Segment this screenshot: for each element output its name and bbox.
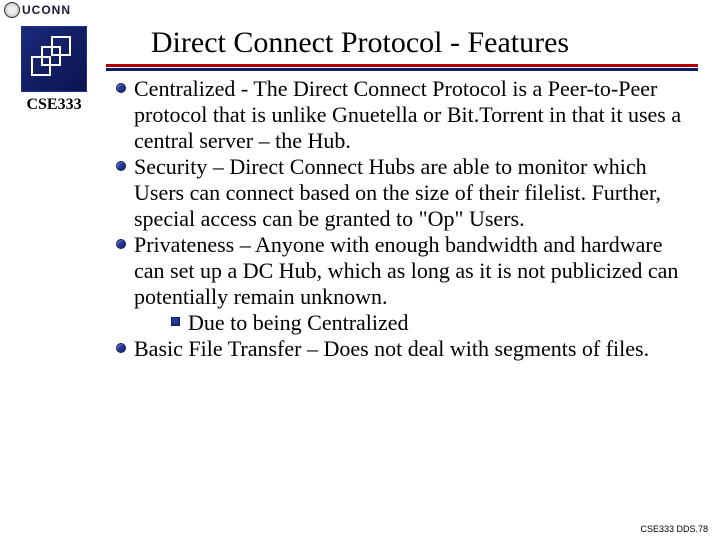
bullet-marker [108,336,134,353]
sub-bullet-item: Due to being Centralized [162,310,698,336]
uconn-logo: UCONN [4,2,71,18]
cse-dept-logo [21,26,87,92]
circle-bullet-icon [116,239,126,249]
title-underline [106,64,698,71]
bullet-text: Privateness – Anyone with enough bandwid… [134,232,698,336]
stacked-squares-icon [28,33,82,87]
bullet-item: Basic File Transfer – Does not deal with… [108,336,698,362]
circle-bullet-icon [116,83,126,93]
content-area: Centralized - The Direct Connect Protoco… [108,76,698,361]
left-sidebar: CSE333 [4,24,104,114]
circle-bullet-icon [116,343,126,353]
bullet-item: Centralized - The Direct Connect Protoco… [108,76,698,154]
bullet-text: Security – Direct Connect Hubs are able … [134,154,698,232]
uconn-text: UCONN [22,3,71,17]
slide-title: Direct Connect Protocol - Features [0,26,720,60]
bullet-item: Security – Direct Connect Hubs are able … [108,154,698,232]
bullet-marker [108,232,134,249]
bullet-item: Privateness – Anyone with enough bandwid… [108,232,698,336]
circle-bullet-icon [116,161,126,171]
sub-bullet-text: Due to being Centralized [188,310,409,336]
bullet-marker [108,76,134,93]
bullet-text: Basic File Transfer – Does not deal with… [134,336,649,362]
sub-bullet-marker [162,310,188,326]
header-bar: UCONN [0,0,720,20]
slide-footer: CSE333 DDS.78 [640,524,708,534]
course-label: CSE333 [4,96,104,114]
bullet-text: Centralized - The Direct Connect Protoco… [134,76,698,154]
bullet-text-line: Privateness – Anyone with enough bandwid… [134,232,678,309]
square-bullet-icon [171,317,180,326]
uconn-seal-icon [4,2,20,18]
bullet-marker [108,154,134,171]
